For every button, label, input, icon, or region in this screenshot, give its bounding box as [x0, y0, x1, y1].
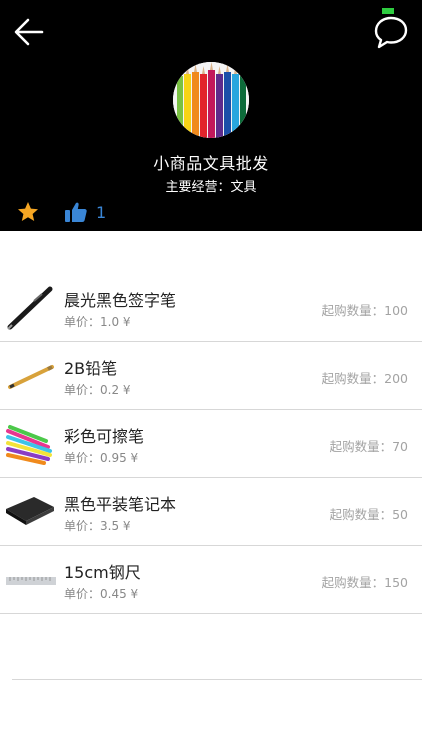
favorite-button[interactable] — [16, 200, 40, 224]
chat-bubble-icon — [374, 8, 408, 49]
shop-header: 小商品文具批发 主要经营：文具 1 — [0, 0, 422, 231]
product-thumbnail — [4, 485, 56, 537]
product-thumbnail — [4, 417, 56, 469]
product-name: 2B铅笔 — [64, 359, 118, 378]
back-button[interactable] — [12, 16, 46, 48]
product-name: 彩色可擦笔 — [64, 427, 145, 446]
chat-button[interactable] — [373, 6, 409, 50]
business-label: 主要经营： — [165, 180, 231, 195]
product-item[interactable]: 晨光黑色签字笔 单价：1.0 ¥ 起购数量：100 — [0, 274, 422, 342]
product-price: 单价：1.0 ¥ — [64, 315, 131, 329]
shop-name: 小商品文具批发 — [153, 154, 269, 173]
product-item[interactable]: 2B铅笔 单价：0.2 ¥ 起购数量：200 — [0, 342, 422, 410]
product-price: 单价：0.95 ¥ — [64, 451, 139, 465]
product-list: 晨光黑色签字笔 单价：1.0 ¥ 起购数量：100 2B铅笔 单价：0.2 ¥ … — [0, 274, 422, 614]
business-value: 文具 — [230, 180, 257, 195]
black-pen-image — [4, 281, 56, 333]
shop-avatar — [173, 62, 249, 138]
product-min-qty: 起购数量：50 — [329, 507, 408, 522]
product-name: 黑色平装笔记本 — [64, 495, 177, 514]
product-min-qty: 起购数量：150 — [321, 575, 408, 590]
product-thumbnail — [4, 281, 56, 333]
product-price: 单价：3.5 ¥ — [64, 519, 131, 533]
product-price: 单价：0.2 ¥ — [64, 383, 131, 397]
product-item[interactable]: 彩色可擦笔 单价：0.95 ¥ 起购数量：70 — [0, 410, 422, 478]
colored-pencils-image — [173, 62, 249, 138]
product-thumbnail — [4, 553, 56, 605]
pencil-image — [4, 349, 56, 401]
product-min-qty: 起购数量：200 — [321, 371, 408, 386]
notebook-image — [4, 485, 56, 537]
product-min-qty: 起购数量：100 — [321, 303, 408, 318]
thumbs-up-icon — [65, 202, 87, 222]
product-thumbnail — [4, 349, 56, 401]
like-button[interactable]: 1 — [64, 200, 106, 224]
product-price: 单价：0.45 ¥ — [64, 587, 139, 601]
product-name: 15cm钢尺 — [64, 563, 141, 582]
product-name: 晨光黑色签字笔 — [64, 291, 177, 310]
arrow-left-icon — [14, 18, 44, 46]
steel-ruler-image — [4, 553, 56, 605]
product-min-qty: 起购数量：70 — [329, 439, 408, 454]
list-footer-divider — [12, 679, 422, 680]
color-pens-image — [4, 417, 56, 469]
star-icon — [18, 202, 38, 221]
product-item[interactable]: 15cm钢尺 单价：0.45 ¥ 起购数量：150 — [0, 546, 422, 614]
like-count: 1 — [96, 202, 107, 222]
product-item[interactable]: 黑色平装笔记本 单价：3.5 ¥ 起购数量：50 — [0, 478, 422, 546]
shop-business: 主要经营：文具 — [0, 176, 422, 195]
